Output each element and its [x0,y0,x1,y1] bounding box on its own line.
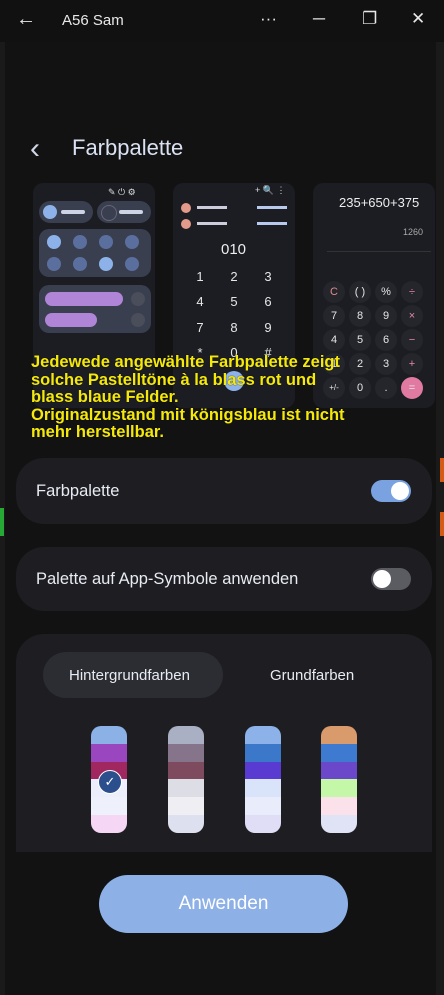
calc-key: 4 [323,329,345,351]
calc-result: 1260 [403,227,424,237]
swatch-band [321,797,357,815]
color-palette-toggle[interactable] [371,480,411,502]
swatch-band [245,797,281,815]
swatch-band [321,779,357,798]
swatch-band [168,797,204,815]
calc-expression: 235+650+375 [339,195,420,210]
swatch-band [91,743,127,762]
swatch-band [91,726,127,744]
swatch-band [321,814,357,833]
toggle-knob [391,482,409,500]
swatch-band [168,726,204,744]
dialer-key: 8 [230,320,238,335]
swatch-band [91,814,127,833]
palette-swatch[interactable] [245,726,281,833]
swatch-band [245,761,281,780]
calc-key: 9 [375,305,397,327]
dialer-key: 7 [196,320,204,335]
calc-key: 5 [349,329,371,351]
app-icons-row[interactable]: Palette auf App-Symbole anwenden [16,547,432,611]
minimize-icon[interactable]: ─ [313,9,325,29]
dialer-key: 9 [264,320,272,335]
swatch-band [168,761,204,780]
annotation-note: Jedewede angewählte Farbpalette zeigt so… [31,353,421,442]
close-icon[interactable]: ✕ [411,9,425,29]
swatch-band [91,797,127,815]
tab-background-colors[interactable]: Hintergrundfarben [43,652,223,698]
calc-key: − [401,329,423,351]
dialer-key: 1 [196,269,204,284]
note-line: Originalzustand mit königsblau ist nicht [31,405,345,424]
swatch-band [245,779,281,798]
note-line: blass blaue Felder. [31,388,179,406]
swatch-band [168,743,204,762]
palette-panel: Hintergrundfarben Grundfarben ✓ [16,634,432,874]
back-chevron-icon[interactable]: ‹ [30,132,40,166]
desktop-edge-orange [440,458,444,482]
calc-key: C [323,281,345,303]
window-back-icon[interactable]: ← [16,8,36,31]
swatch-band [245,726,281,744]
calc-key: 6 [375,329,397,351]
swatch-band [321,743,357,762]
calc-key: 8 [349,305,371,327]
swatch-band [168,779,204,798]
calc-key: ÷ [401,281,423,303]
note-line: Jedewede angewählte Farbpalette zeigt [31,353,341,371]
dialer-key: 6 [264,294,272,309]
note-line: solche Pastelltöne à la blass rot und [31,370,317,389]
app-icons-label: Palette auf App-Symbole anwenden [36,570,299,588]
swatch-band [245,743,281,762]
preview-toggle-grid [39,229,151,277]
calc-key: ( ) [349,281,371,303]
app-icons-toggle[interactable] [371,568,411,590]
preview-sliders [39,285,151,333]
window-titlebar: ← A56 Sam ··· ─ ❐ ✕ [0,0,444,42]
dialer-key: 3 [264,269,272,284]
tab-base-colors[interactable]: Grundfarben [244,652,414,698]
window-title: A56 Sam [62,12,124,29]
preview-bluetooth-pill [97,201,151,223]
apply-button[interactable]: Anwenden [99,875,348,933]
tab-base-colors-label: Grundfarben [270,667,355,684]
dialer-key: 4 [196,294,204,309]
swatch-band [168,814,204,833]
swatch-band [245,814,281,833]
restore-icon[interactable]: ❐ [362,9,377,29]
note-line: mehr herstellbar. [31,423,164,441]
tab-background-colors-label: Hintergrundfarben [69,667,190,684]
dialer-display: 010 [221,241,247,258]
desktop-edge-green [0,508,4,536]
toggle-knob [373,570,391,588]
swatch-band [321,761,357,780]
selected-check-icon: ✓ [98,770,122,794]
calc-key: × [401,305,423,327]
color-palette-label: Farbpalette [36,482,120,500]
dialer-key: 2 [230,269,238,284]
bluetooth-icon [101,205,117,221]
desktop-edge-orange [440,512,444,536]
color-palette-row[interactable]: Farbpalette [16,458,432,524]
palette-swatch[interactable] [321,726,357,833]
preview-wifi-pill [39,201,93,223]
dialer-key: 5 [230,294,238,309]
calc-key: 7 [323,305,345,327]
calc-key: % [375,281,397,303]
more-options-icon[interactable]: ··· [260,9,277,29]
swatch-band [321,726,357,744]
page-title: Farbpalette [72,135,184,160]
preview-top-icons: ✎ ⏻ ⚙ [108,187,136,197]
palette-swatch[interactable] [168,726,204,833]
wifi-icon [43,205,57,219]
